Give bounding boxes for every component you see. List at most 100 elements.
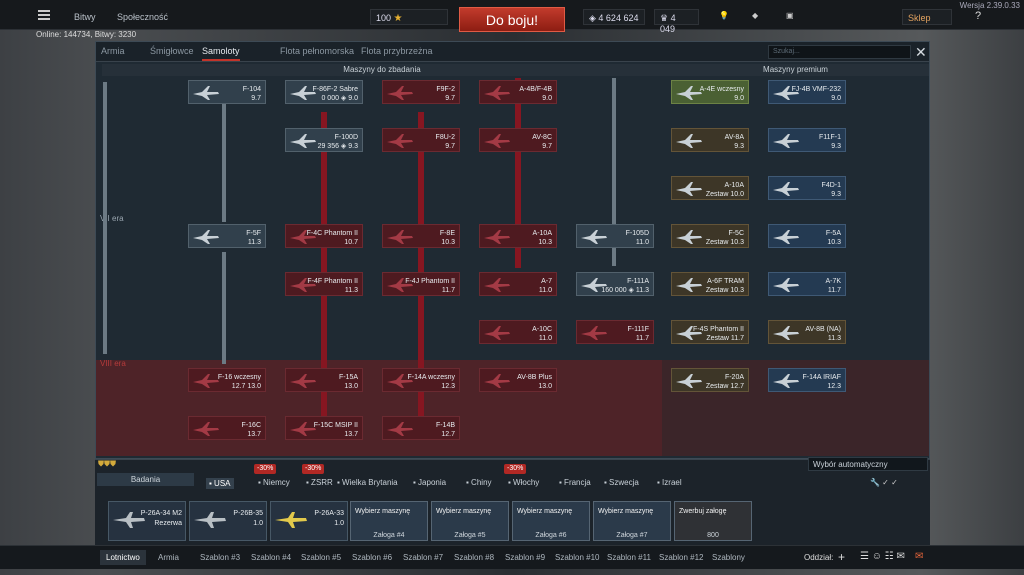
vehicle-card[interactable]: F-16 wczesny 12.7 13.0 bbox=[188, 368, 266, 392]
jet-icon bbox=[675, 181, 703, 197]
dice-icon[interactable]: ◆ bbox=[752, 11, 758, 20]
ticket-icon[interactable]: ▣ bbox=[786, 11, 794, 20]
vehicle-card[interactable]: A-6F TRAM Zestaw 10.3 bbox=[671, 272, 749, 296]
vehicle-card[interactable]: F-4F Phantom II 11.3 bbox=[285, 272, 363, 296]
crew-slot[interactable]: P-26A-33 1.0 bbox=[270, 501, 348, 541]
empty-crew-slot[interactable]: Wybierz maszynę Załoga #4 bbox=[350, 501, 428, 541]
vehicle-card[interactable]: F-100D 29 356 ◈ 9.3 bbox=[285, 128, 363, 152]
vehicle-card[interactable]: F-5A 10.3 bbox=[768, 224, 846, 248]
era8-label[interactable]: VIII era bbox=[100, 359, 126, 368]
preset-tab[interactable]: Szablon #10 bbox=[555, 553, 599, 562]
tab-army[interactable]: Armia bbox=[101, 46, 125, 56]
shop-button[interactable]: Sklep bbox=[902, 9, 952, 25]
preset-tab[interactable]: Szablon #6 bbox=[352, 553, 392, 562]
preset-tab[interactable]: Szablon #9 bbox=[505, 553, 545, 562]
community-link[interactable]: Społeczność bbox=[117, 12, 168, 22]
vehicle-card[interactable]: AV-8C 9.7 bbox=[479, 128, 557, 152]
tab-aircraft[interactable]: Samoloty bbox=[202, 46, 240, 61]
battle-button[interactable]: Do boju! bbox=[459, 7, 565, 32]
recruit-crew[interactable]: Zwerbuj załogę 800 bbox=[674, 501, 752, 541]
vehicle-card[interactable]: F-5F 11.3 bbox=[188, 224, 266, 248]
preset-tab[interactable]: Szablon #3 bbox=[200, 553, 240, 562]
vehicle-card[interactable]: AV-8A 9.3 bbox=[671, 128, 749, 152]
premium-counter[interactable]: 100 ★ bbox=[370, 9, 448, 25]
bulb-icon[interactable]: 💡 bbox=[719, 11, 729, 20]
vehicle-card[interactable]: A-4E wczesny 9.0 bbox=[671, 80, 749, 104]
vehicle-card[interactable]: F-14B 12.7 bbox=[382, 416, 460, 440]
preset-tab[interactable]: Szablony bbox=[712, 553, 745, 562]
research-label[interactable]: Badania bbox=[97, 473, 194, 486]
vehicle-card[interactable]: F-15A 13.0 bbox=[285, 368, 363, 392]
tab-coastal[interactable]: Flota przybrzeżna bbox=[361, 46, 433, 56]
vehicle-card[interactable]: F-5C Zestaw 10.3 bbox=[671, 224, 749, 248]
help-icon[interactable]: ? bbox=[975, 10, 981, 22]
vehicle-card[interactable]: F-15C MSIP II 13.7 bbox=[285, 416, 363, 440]
tool-icons[interactable]: 🔧 ✓ ✓ bbox=[870, 478, 898, 487]
preset-tab[interactable]: Szablon #12 bbox=[659, 553, 703, 562]
nation-tab[interactable]: ▪ Włochy bbox=[508, 478, 539, 487]
vehicle-card[interactable]: F-8E 10.3 bbox=[382, 224, 460, 248]
crew-slot[interactable]: P-26A-34 M2 Rezerwa bbox=[108, 501, 186, 541]
search-input[interactable]: Szukaj... bbox=[768, 45, 911, 59]
auto-select-dropdown[interactable]: Wybór automatyczny bbox=[808, 457, 928, 471]
slot-vehicle-name: P-26A-33 bbox=[314, 510, 344, 517]
vehicle-card[interactable]: F-14A wczesny 12.3 bbox=[382, 368, 460, 392]
preset-tab[interactable]: Szablon #8 bbox=[454, 553, 494, 562]
tab-bluewater[interactable]: Flota pełnomorska bbox=[280, 46, 354, 56]
tree-line bbox=[222, 104, 226, 222]
nation-tab[interactable]: ▪ USA bbox=[206, 478, 234, 489]
empty-crew-slot[interactable]: Wybierz maszynę Załoga #7 bbox=[593, 501, 671, 541]
vehicle-card[interactable]: A-4B/F-4B 9.0 bbox=[479, 80, 557, 104]
vehicle-card[interactable]: F-4J Phantom II 11.7 bbox=[382, 272, 460, 296]
close-icon[interactable]: ✕ bbox=[915, 44, 927, 61]
vehicle-card[interactable]: A-10A 10.3 bbox=[479, 224, 557, 248]
vehicle-card[interactable]: F4D-1 9.3 bbox=[768, 176, 846, 200]
list-icon[interactable]: ☰ ☺ ☷ ✉ bbox=[860, 551, 905, 562]
plus-icon[interactable]: + bbox=[838, 550, 845, 564]
preset-tab[interactable]: Armia bbox=[158, 553, 179, 562]
vehicle-card[interactable]: FJ-4B VMF-232 9.0 bbox=[768, 80, 846, 104]
empty-crew-slot[interactable]: Wybierz maszynę Załoga #5 bbox=[431, 501, 509, 541]
nation-tab[interactable]: ▪ Niemcy bbox=[258, 478, 290, 487]
crew-label: Załoga #6 bbox=[535, 532, 567, 539]
preset-tab[interactable]: Szablon #4 bbox=[251, 553, 291, 562]
preset-tab[interactable]: Szablon #7 bbox=[403, 553, 443, 562]
vehicle-card[interactable]: F-105D 11.0 bbox=[576, 224, 654, 248]
nation-tab[interactable]: ▪ ZSRR bbox=[306, 478, 333, 487]
vehicle-card[interactable]: F-4C Phantom II 10.7 bbox=[285, 224, 363, 248]
nation-tab[interactable]: ▪ Chiny bbox=[466, 478, 492, 487]
vehicle-card[interactable]: A-10C 11.0 bbox=[479, 320, 557, 344]
vehicle-br: Zestaw 12.7 bbox=[705, 383, 744, 390]
vehicle-card[interactable]: A-10A Zestaw 10.0 bbox=[671, 176, 749, 200]
menu-icon[interactable] bbox=[38, 10, 50, 20]
vehicle-card[interactable]: F8U-2 9.7 bbox=[382, 128, 460, 152]
nation-tab[interactable]: ▪ Izrael bbox=[657, 478, 682, 487]
vehicle-card[interactable]: F9F-2 9.7 bbox=[382, 80, 460, 104]
battles-link[interactable]: Bitwy bbox=[74, 12, 96, 22]
preset-tab[interactable]: Szablon #11 bbox=[607, 553, 651, 562]
vehicle-card[interactable]: AV-8B Plus 13.0 bbox=[479, 368, 557, 392]
nation-tab[interactable]: ▪ Japonia bbox=[413, 478, 446, 487]
preset-tab[interactable]: Szablon #5 bbox=[301, 553, 341, 562]
vehicle-card[interactable]: F-111F 11.7 bbox=[576, 320, 654, 344]
empty-crew-slot[interactable]: Wybierz maszynę Załoga #6 bbox=[512, 501, 590, 541]
vehicle-card[interactable]: A-7K 11.7 bbox=[768, 272, 846, 296]
vehicle-card[interactable]: F-4S Phantom II Zestaw 11.7 bbox=[671, 320, 749, 344]
nation-tab[interactable]: ▪ Francja bbox=[559, 478, 591, 487]
nation-tab[interactable]: ▪ Wielka Brytania bbox=[337, 478, 398, 487]
nation-tab[interactable]: ▪ Szwecja bbox=[604, 478, 639, 487]
vehicle-card[interactable]: F-104 9.7 bbox=[188, 80, 266, 104]
vehicle-card[interactable]: F-14A IRIAF 12.3 bbox=[768, 368, 846, 392]
vehicle-card[interactable]: F-20A Zestaw 12.7 bbox=[671, 368, 749, 392]
tab-helicopters[interactable]: Śmigłowce bbox=[150, 46, 194, 56]
crew-slot[interactable]: P-26B-35 1.0 bbox=[189, 501, 267, 541]
vehicle-card[interactable]: F-111A 160 000 ◈ 11.3 bbox=[576, 272, 654, 296]
vehicle-card[interactable]: F11F-1 9.3 bbox=[768, 128, 846, 152]
mail-icon[interactable]: ✉ bbox=[915, 551, 923, 562]
vehicle-card[interactable]: F-86F-2 Sabre 0 000 ◈ 9.0 bbox=[285, 80, 363, 104]
preset-tab[interactable]: Lotnictwo bbox=[100, 550, 146, 565]
vehicle-card[interactable]: AV-8B (NA) 11.3 bbox=[768, 320, 846, 344]
online-counter: Online: 144734, Bitwy: 3230 bbox=[36, 30, 137, 39]
vehicle-card[interactable]: A-7 11.0 bbox=[479, 272, 557, 296]
vehicle-card[interactable]: F-16C 13.7 bbox=[188, 416, 266, 440]
